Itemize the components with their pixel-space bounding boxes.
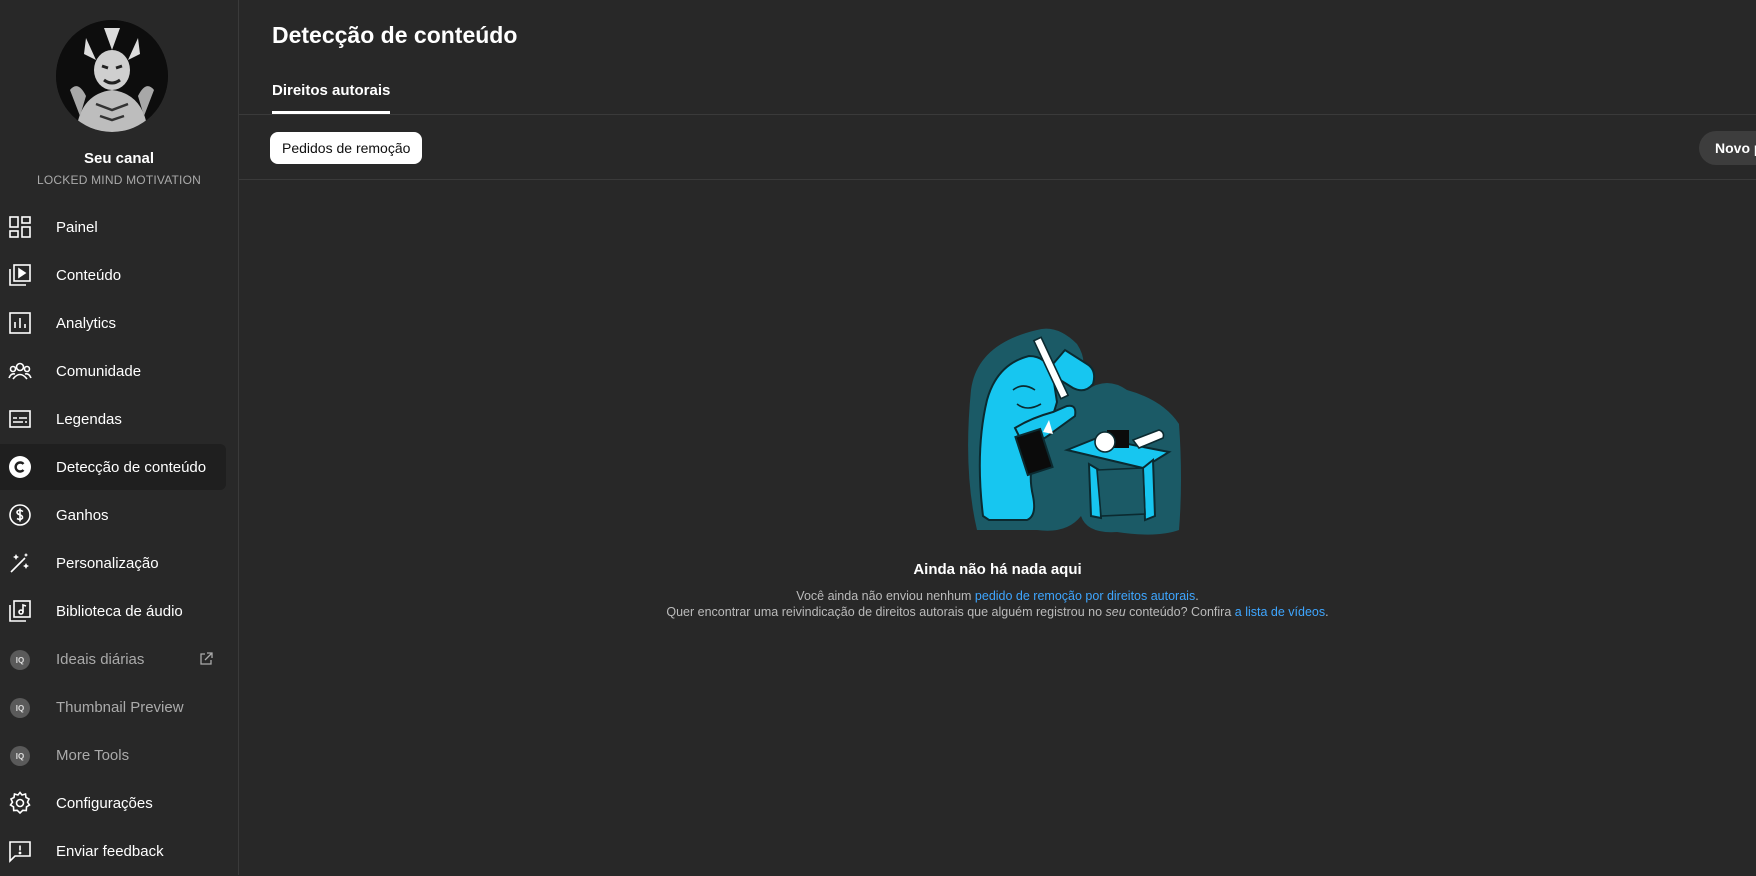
- empty-state-text: .: [1325, 605, 1329, 619]
- sidebar: Seu canal LOCKED MIND MOTIVATION Painel …: [0, 0, 239, 875]
- sidebar-item-audio-library[interactable]: Biblioteca de áudio: [0, 588, 226, 634]
- community-icon: [8, 362, 32, 380]
- removal-requests-chip[interactable]: Pedidos de remoção: [270, 132, 423, 164]
- sidebar-item-daily-ideas[interactable]: IQ Ideais diárias: [0, 636, 226, 682]
- sidebar-item-analytics[interactable]: Analytics: [0, 300, 226, 346]
- empty-state-text: .: [1195, 589, 1199, 603]
- sidebar-item-send-feedback[interactable]: Enviar feedback: [0, 828, 226, 874]
- content-icon: [9, 264, 31, 286]
- sidebar-item-label: Configurações: [56, 794, 153, 812]
- sidebar-item-community[interactable]: Comunidade: [0, 348, 226, 394]
- page-title: Detecção de conteúdo: [272, 22, 518, 48]
- copyright-icon: [9, 456, 31, 478]
- vidiq-icon: IQ: [10, 698, 30, 718]
- empty-state-message-2: Quer encontrar uma reivindicação de dire…: [239, 605, 1756, 619]
- main-content: Detecção de conteúdo Direitos autorais P…: [239, 0, 1756, 875]
- sidebar-item-label: Biblioteca de áudio: [56, 602, 183, 620]
- sidebar-item-label: Thumbnail Preview: [56, 698, 184, 716]
- audio-library-icon: [9, 600, 31, 622]
- empty-state-emphasis: seu: [1105, 605, 1126, 619]
- sidebar-item-label: Personalização: [56, 554, 159, 572]
- copyright-removal-request-link[interactable]: pedido de remoção por direitos autorais: [975, 589, 1195, 603]
- sidebar-item-customization[interactable]: Personalização: [0, 540, 226, 586]
- vidiq-icon: IQ: [10, 650, 30, 670]
- earn-icon: [9, 504, 31, 526]
- sidebar-item-label: Ganhos: [56, 506, 109, 524]
- empty-state-text: conteúdo? Confira: [1125, 605, 1235, 619]
- empty-state-illustration: [968, 328, 1181, 535]
- sidebar-item-more-tools[interactable]: IQ More Tools: [0, 732, 226, 778]
- new-request-button[interactable]: Novo p: [1699, 131, 1756, 165]
- sidebar-item-thumbnail-preview[interactable]: IQ Thumbnail Preview: [0, 684, 226, 730]
- sidebar-item-label: Painel: [56, 218, 98, 236]
- empty-state-title: Ainda não há nada aqui: [913, 561, 1082, 578]
- dashboard-icon: [9, 216, 31, 238]
- sidebar-item-label: Comunidade: [56, 362, 142, 380]
- sidebar-item-content-detection[interactable]: Detecção de conteúdo: [0, 444, 226, 490]
- settings-icon: [9, 791, 31, 815]
- empty-state-message-1: Você ainda não enviou nenhum pedido de r…: [239, 589, 1756, 603]
- analytics-icon: [9, 312, 31, 334]
- external-link-icon: [200, 652, 213, 665]
- sidebar-item-content[interactable]: Conteúdo: [0, 252, 226, 298]
- toolbar-divider: [239, 179, 1756, 180]
- subtitles-icon: [9, 410, 31, 428]
- customization-icon: [10, 553, 29, 573]
- vidiq-icon: IQ: [10, 746, 30, 766]
- empty-state-text: Você ainda não enviou nenhum: [796, 589, 975, 603]
- sidebar-item-label: More Tools: [56, 746, 130, 764]
- tabbar-divider: [239, 114, 1756, 115]
- sidebar-item-label: Enviar feedback: [56, 842, 164, 860]
- tab-copyright[interactable]: Direitos autorais: [272, 82, 391, 114]
- sidebar-item-subtitles[interactable]: Legendas: [0, 396, 226, 442]
- your-channel-label: Seu canal: [83, 150, 155, 167]
- sidebar-item-label: Analytics: [56, 314, 117, 332]
- feedback-icon: [9, 841, 31, 863]
- sidebar-item-settings[interactable]: Configurações: [0, 780, 226, 826]
- avatar-image: [56, 20, 168, 132]
- sidebar-item-label: Conteúdo: [56, 266, 122, 284]
- sidebar-item-earn[interactable]: Ganhos: [0, 492, 226, 538]
- empty-state-text: Quer encontrar uma reivindicação de dire…: [666, 605, 1106, 619]
- channel-name: LOCKED MIND MOTIVATION: [37, 173, 201, 187]
- sidebar-item-dashboard[interactable]: Painel: [0, 204, 226, 250]
- channel-avatar[interactable]: [56, 20, 168, 132]
- sidebar-item-label: Legendas: [56, 410, 122, 428]
- sidebar-nav: Painel Conteúdo Analytics Comunidade Leg…: [0, 204, 238, 876]
- sidebar-item-label: Detecção de conteúdo: [56, 458, 207, 476]
- video-list-link[interactable]: a lista de vídeos: [1235, 605, 1325, 619]
- sidebar-item-label: Ideais diárias: [56, 650, 145, 668]
